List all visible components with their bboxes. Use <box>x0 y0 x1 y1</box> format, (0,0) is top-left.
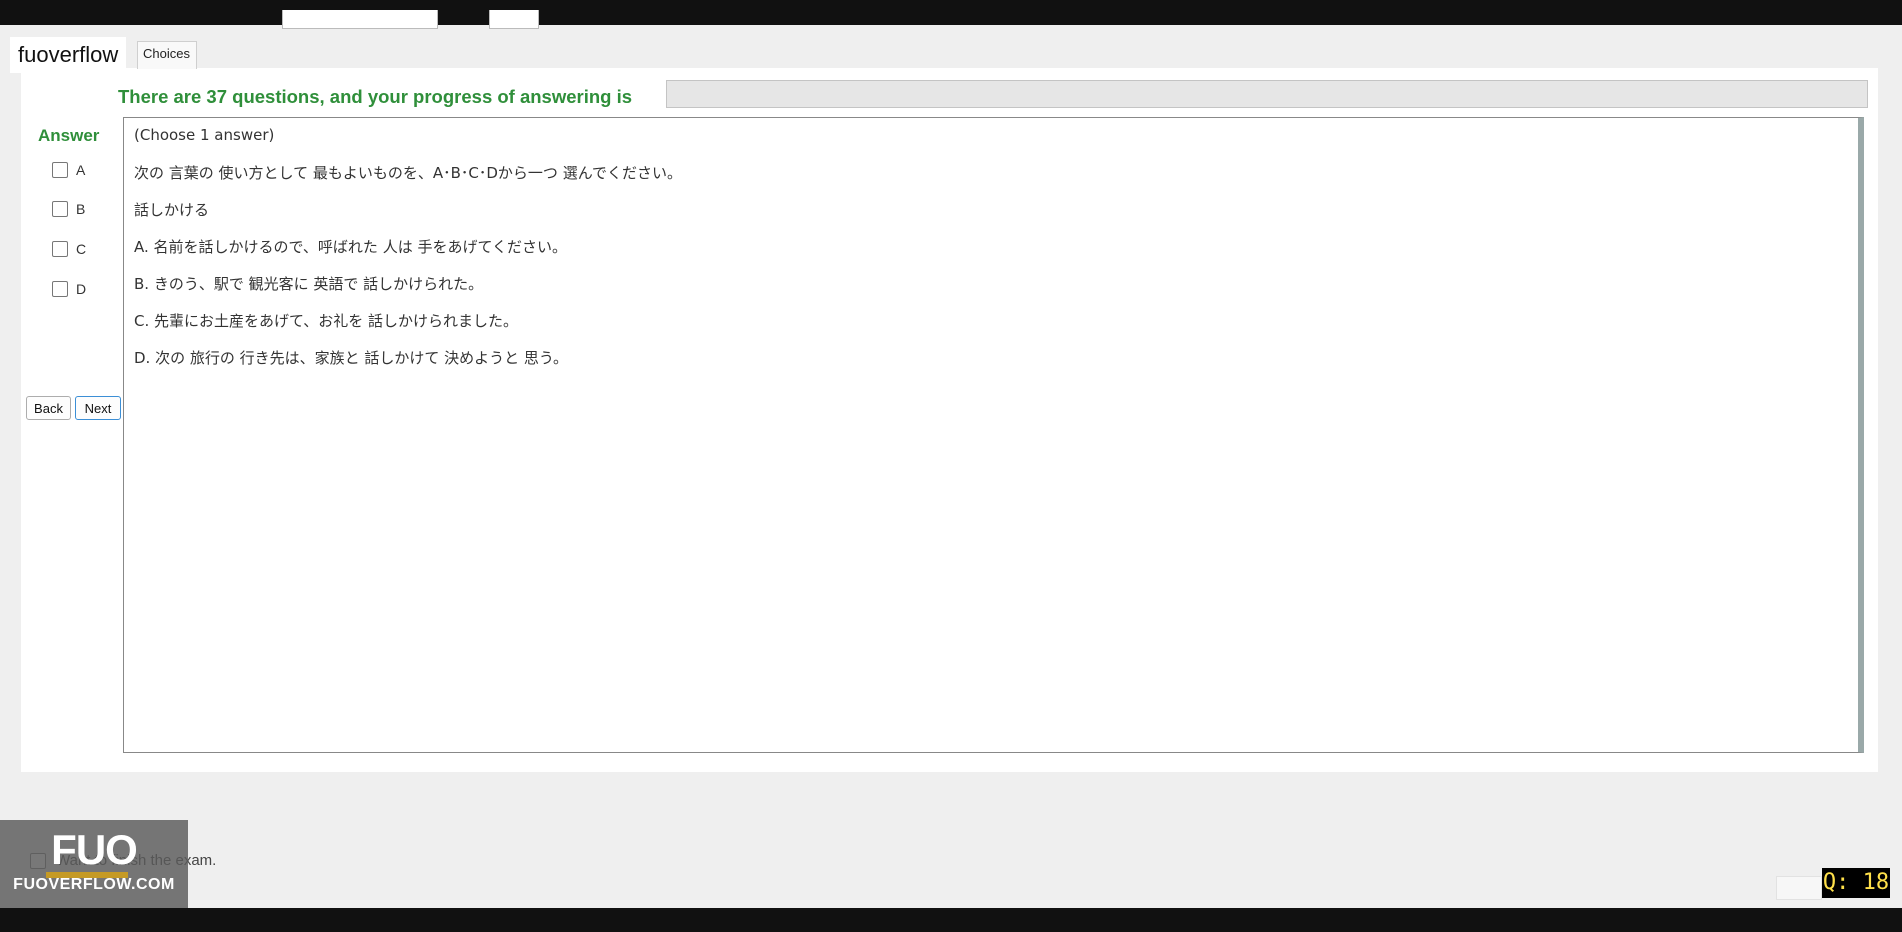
progress-text: There are 37 questions, and your progres… <box>118 86 633 107</box>
choice-a-checkbox[interactable] <box>52 162 68 178</box>
choice-c-checkbox[interactable] <box>52 241 68 257</box>
option-a-text: A. 名前を話しかけるので、呼ばれた 人は 手をあげてください。 <box>134 238 568 256</box>
choice-c[interactable]: C <box>52 241 86 257</box>
choice-b[interactable]: B <box>52 201 85 217</box>
bottom-letterbox <box>0 908 1902 932</box>
question-content: (Choose 1 answer) 次の 言葉の 使い方として 最もよいものを、… <box>123 117 1864 753</box>
choice-c-label: C <box>76 241 87 257</box>
choice-d-label: D <box>76 281 87 297</box>
question-instruction: (Choose 1 answer) <box>134 126 275 144</box>
choice-d[interactable]: D <box>52 281 86 297</box>
logo-strip <box>46 872 128 878</box>
answer-heading: Answer <box>38 126 100 145</box>
choice-b-label: B <box>76 201 86 217</box>
tab-choices[interactable]: Choices <box>137 41 197 69</box>
fuoverflow-logo: FUO FUOVERFLOW.COM <box>0 820 188 908</box>
choice-d-checkbox[interactable] <box>52 281 68 297</box>
exam-code-dropdown[interactable] <box>282 10 438 29</box>
watermark-label: fuoverflow <box>10 37 127 73</box>
back-button[interactable]: Back <box>26 396 71 420</box>
font-size-dropdown[interactable] <box>489 10 539 29</box>
choice-b-checkbox[interactable] <box>52 201 68 217</box>
next-button[interactable]: Next <box>75 396 121 420</box>
logo-mark: FUO <box>51 826 138 873</box>
question-word: 話しかける <box>134 201 210 219</box>
tab-choices-label: Choices <box>143 46 190 61</box>
progress-bar <box>666 80 1868 108</box>
timer-display <box>665 0 683 42</box>
question-prompt: 次の 言葉の 使い方として 最もよいものを、A･B･C･Dから一つ 選んでくださ… <box>134 164 682 182</box>
finish-button[interactable] <box>1776 876 1822 900</box>
logo-text: FUOVERFLOW.COM <box>13 876 175 893</box>
choice-a[interactable]: A <box>52 162 85 178</box>
option-b-text: B. きのう、駅で 観光客に 英語で 話しかけられた。 <box>134 275 484 293</box>
choice-a-label: A <box>76 162 86 178</box>
question-counter: Q: 18 <box>1822 868 1890 898</box>
option-d-text: D. 次の 旅行の 行き先は、家族と 話しかけて 決めようと 思う。 <box>134 349 569 367</box>
option-c-text: C. 先輩にお土産をあげて、お礼を 話しかけられました。 <box>134 312 519 330</box>
